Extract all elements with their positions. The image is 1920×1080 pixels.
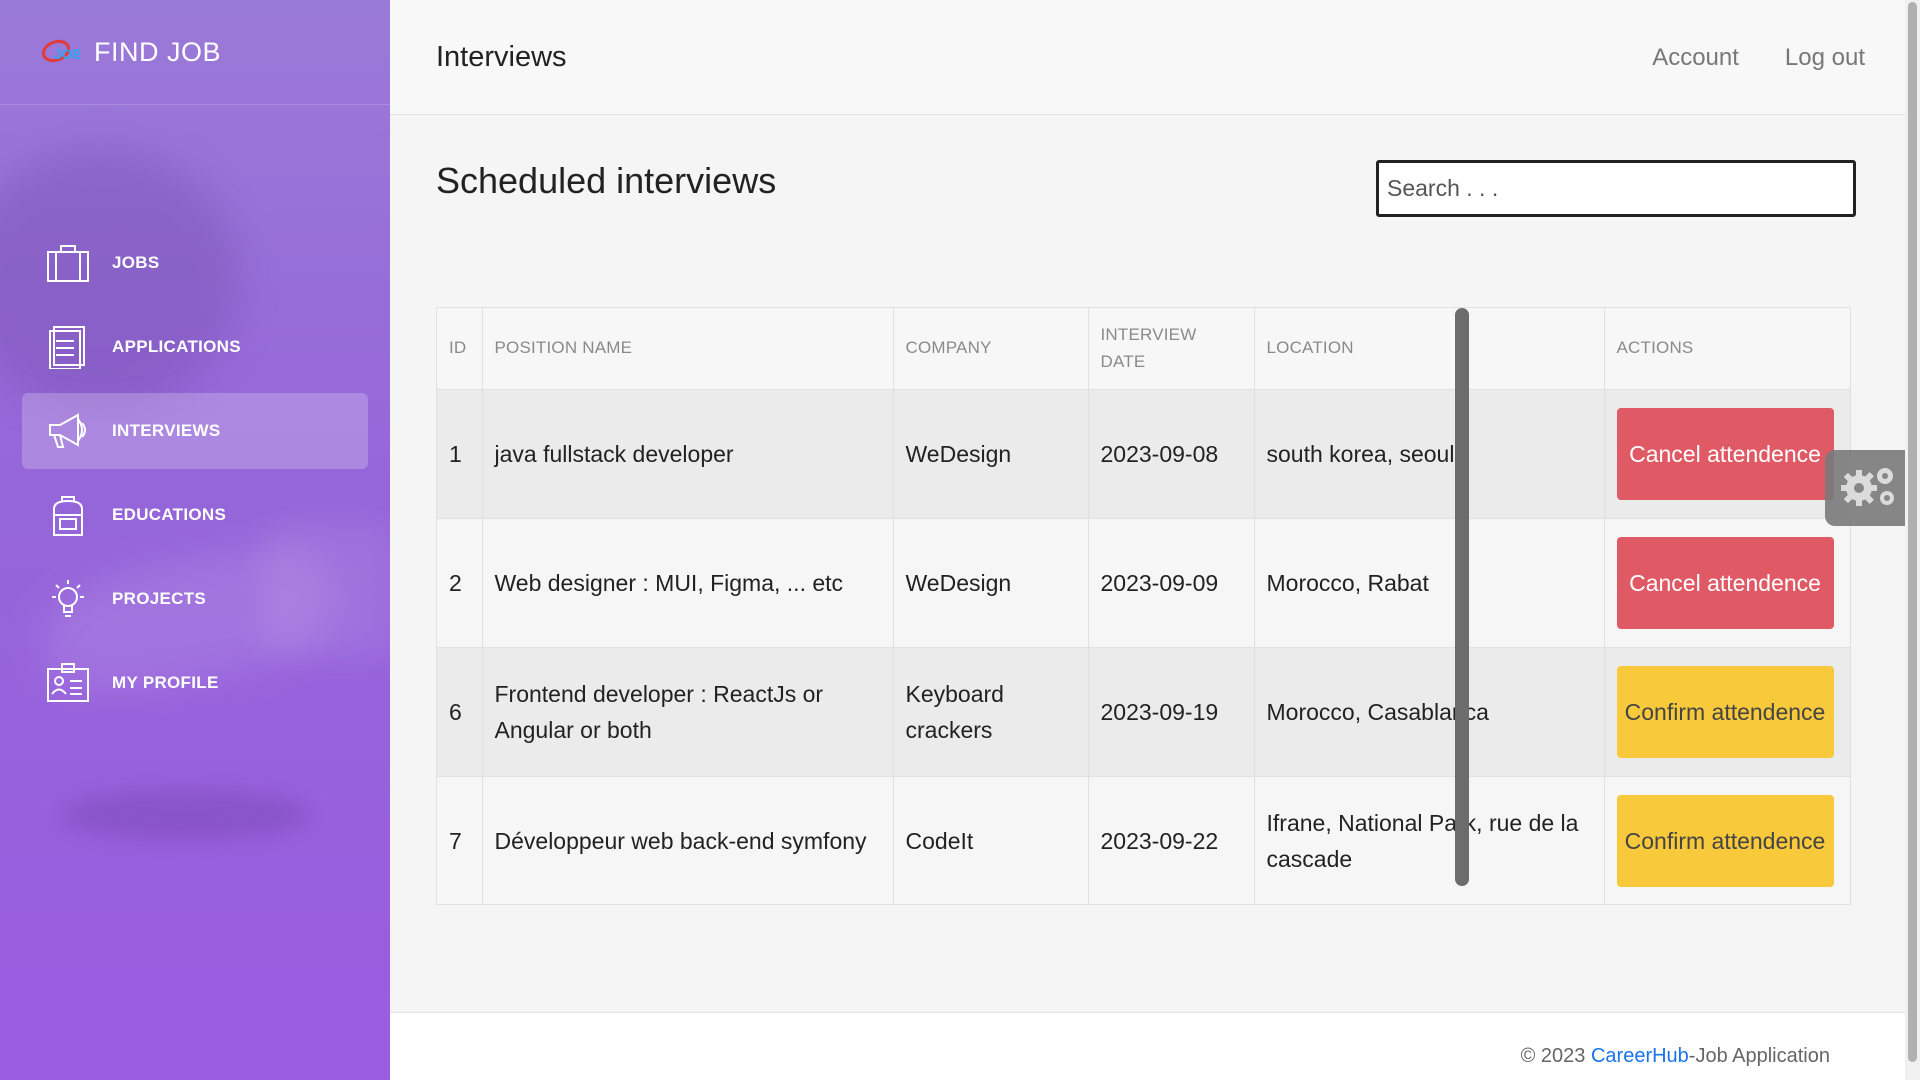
sidebar-item-label: APPLICATIONS	[112, 337, 241, 356]
cell-actions: Confirm attendence	[1604, 646, 1850, 776]
sidebar-item-label: INTERVIEWS	[112, 421, 221, 440]
column-header-company: COMPANY	[893, 308, 1089, 389]
top-bar: Interviews Account Log out	[390, 0, 1905, 115]
sidebar: JOB FIND JOB JOBS APPLICATIONS INTERVIEW…	[0, 0, 390, 1080]
interviews-table: ID POSITION NAME COMPANY INTERVIEW DATE …	[436, 307, 1851, 905]
sidebar-nav: JOBS APPLICATIONS INTERVIEWS EDUCATIONS …	[0, 225, 390, 721]
footer: © 2023 CareerHub-Job Application	[390, 1012, 1905, 1080]
cell-location: Morocco, Casablanca	[1254, 646, 1605, 776]
cell-location: south korea, seoul	[1254, 388, 1605, 518]
cell-actions: Confirm attendence	[1604, 775, 1850, 904]
cell-date: 2023-09-19	[1088, 646, 1255, 776]
cell-company: WeDesign	[893, 517, 1089, 647]
cancel-attendance-button[interactable]: Cancel attendence	[1616, 536, 1834, 629]
cell-actions: Cancel attendence	[1604, 388, 1850, 518]
page-scrollbar[interactable]	[1905, 0, 1920, 1080]
cell-date: 2023-09-09	[1088, 517, 1255, 647]
footer-text: © 2023 CareerHub-Job Application	[1521, 1045, 1830, 1068]
backpack-icon	[46, 493, 90, 537]
account-link[interactable]: Account	[1652, 44, 1739, 72]
column-header-date: INTERVIEW DATE	[1088, 308, 1255, 389]
confirm-attendance-button[interactable]: Confirm attendence	[1616, 665, 1834, 758]
brand-title: FIND JOB	[94, 36, 222, 67]
id-card-icon	[46, 661, 90, 705]
settings-toggle[interactable]	[1825, 450, 1910, 526]
cell-company: Keyboard crackers	[893, 646, 1089, 776]
column-header-id: ID	[437, 308, 483, 389]
careerhub-link[interactable]: CareerHub	[1591, 1045, 1689, 1067]
cell-position: Frontend developer : ReactJs or Angular …	[482, 646, 894, 776]
table-row: 1 java fullstack developer WeDesign 2023…	[437, 388, 1850, 518]
job-logo-icon: JOB	[40, 37, 83, 67]
sidebar-item-projects[interactable]: PROJECTS	[22, 561, 368, 637]
cell-id: 2	[437, 517, 483, 647]
document-icon	[46, 325, 90, 369]
cell-id: 6	[437, 646, 483, 776]
briefcase-icon	[46, 241, 90, 285]
megaphone-icon	[46, 409, 90, 453]
lightbulb-icon	[46, 577, 90, 621]
confirm-attendance-button[interactable]: Confirm attendence	[1616, 794, 1834, 887]
cell-position: Web designer : MUI, Figma, ... etc	[482, 517, 894, 647]
column-header-actions: ACTIONS	[1604, 308, 1850, 389]
column-header-location: LOCATION	[1254, 308, 1605, 389]
cell-id: 7	[437, 775, 483, 904]
table-row: 7 Développeur web back-end symfony CodeI…	[437, 775, 1850, 904]
table-row: 6 Frontend developer : ReactJs or Angula…	[437, 646, 1850, 776]
sidebar-item-applications[interactable]: APPLICATIONS	[22, 309, 368, 385]
table-row: 2 Web designer : MUI, Figma, ... etc WeD…	[437, 517, 1850, 647]
sidebar-item-label: MY PROFILE	[112, 673, 219, 692]
page-title: Interviews	[436, 40, 567, 73]
cell-company: WeDesign	[893, 388, 1089, 518]
page-scrollbar-thumb[interactable]	[1908, 2, 1917, 1062]
brand[interactable]: JOB FIND JOB	[0, 0, 390, 105]
footer-suffix: -Job Application	[1688, 1045, 1830, 1067]
sidebar-item-interviews[interactable]: INTERVIEWS	[22, 393, 368, 469]
column-header-position: POSITION NAME	[482, 308, 894, 389]
search-input[interactable]	[1376, 160, 1856, 217]
cell-actions: Cancel attendence	[1604, 517, 1850, 647]
cell-date: 2023-09-08	[1088, 388, 1255, 518]
footer-copyright: © 2023	[1520, 1045, 1591, 1067]
table-header-row: ID POSITION NAME COMPANY INTERVIEW DATE …	[437, 308, 1850, 389]
sidebar-item-label: JOBS	[112, 253, 160, 272]
cell-company: CodeIt	[893, 775, 1089, 904]
sidebar-item-jobs[interactable]: JOBS	[22, 225, 368, 301]
table-scrollbar[interactable]	[1455, 308, 1469, 886]
sidebar-item-educations[interactable]: EDUCATIONS	[22, 477, 368, 553]
cell-position: Développeur web back-end symfony	[482, 775, 894, 904]
sidebar-item-my-profile[interactable]: MY PROFILE	[22, 645, 368, 721]
logo-text: JOB	[54, 46, 80, 62]
cell-position: java fullstack developer	[482, 388, 894, 518]
cell-location: Ifrane, National Park, rue de la cascade	[1254, 775, 1605, 904]
gears-icon	[1835, 458, 1901, 519]
section-title: Scheduled interviews	[436, 160, 777, 201]
top-links: Account Log out	[1606, 0, 1865, 115]
cell-location: Morocco, Rabat	[1254, 517, 1605, 647]
cancel-attendance-button[interactable]: Cancel attendence	[1616, 407, 1834, 500]
cell-date: 2023-09-22	[1088, 775, 1255, 904]
sidebar-item-label: EDUCATIONS	[112, 505, 227, 524]
background-decoration	[60, 790, 310, 840]
main-area: Interviews Account Log out Scheduled int…	[390, 0, 1905, 1080]
sidebar-item-label: PROJECTS	[112, 589, 207, 608]
logout-link[interactable]: Log out	[1785, 44, 1865, 72]
cell-id: 1	[437, 388, 483, 518]
